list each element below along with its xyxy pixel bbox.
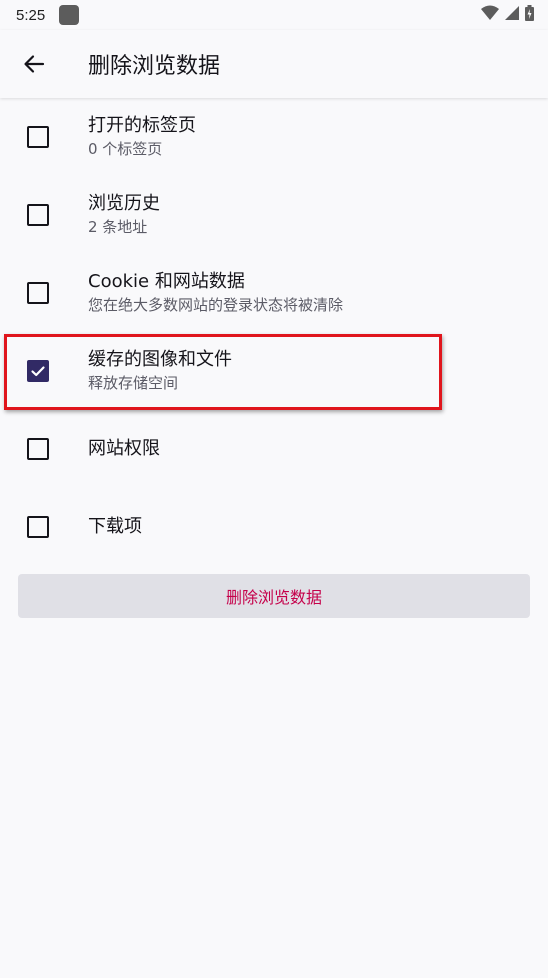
status-icons	[481, 5, 534, 21]
checkmark-icon	[31, 366, 45, 377]
row-title: 缓存的图像和文件	[88, 349, 232, 370]
arrow-left-icon	[24, 55, 45, 73]
checkbox-site-permissions[interactable]	[27, 438, 49, 460]
row-title: 网站权限	[88, 438, 160, 459]
status-bar: 5:25	[0, 0, 548, 30]
row-browsing-history[interactable]: 浏览历史 2 条地址	[0, 176, 548, 254]
row-title: 下载项	[88, 516, 142, 537]
back-button[interactable]	[2, 36, 66, 92]
delete-browsing-data-button[interactable]: 删除浏览数据	[18, 574, 530, 618]
data-type-list: 打开的标签页 0 个标签页 浏览历史 2 条地址 Cookie 和网站数据 您在…	[0, 98, 548, 566]
wifi-icon	[481, 5, 499, 20]
battery-icon	[525, 5, 534, 21]
row-subtitle: 释放存储空间	[88, 374, 179, 392]
row-open-tabs[interactable]: 打开的标签页 0 个标签页	[0, 98, 548, 176]
checkbox-cached-images[interactable]	[27, 360, 49, 382]
row-subtitle: 0 个标签页	[88, 140, 163, 158]
row-subtitle: 2 条地址	[88, 218, 148, 236]
app-bar: 删除浏览数据	[0, 30, 548, 98]
notification-app-icon	[59, 5, 80, 25]
row-site-permissions[interactable]: 网站权限	[0, 410, 548, 488]
row-title: 打开的标签页	[88, 115, 196, 136]
row-cached-images[interactable]: 缓存的图像和文件 释放存储空间	[0, 332, 548, 410]
checkbox-cookies[interactable]	[27, 282, 49, 304]
row-subtitle: 您在绝大多数网站的登录状态将被清除	[88, 296, 344, 314]
checkbox-browsing-history[interactable]	[27, 204, 49, 226]
cell-signal-icon	[505, 6, 519, 20]
checkbox-downloads[interactable]	[27, 516, 49, 538]
row-cookies[interactable]: Cookie 和网站数据 您在绝大多数网站的登录状态将被清除	[0, 254, 548, 332]
checkbox-open-tabs[interactable]	[27, 126, 49, 148]
page-title: 删除浏览数据	[88, 54, 221, 79]
row-downloads[interactable]: 下载项	[0, 488, 548, 566]
row-title: Cookie 和网站数据	[88, 271, 245, 292]
row-title: 浏览历史	[88, 193, 160, 214]
status-time: 5:25	[16, 6, 46, 24]
